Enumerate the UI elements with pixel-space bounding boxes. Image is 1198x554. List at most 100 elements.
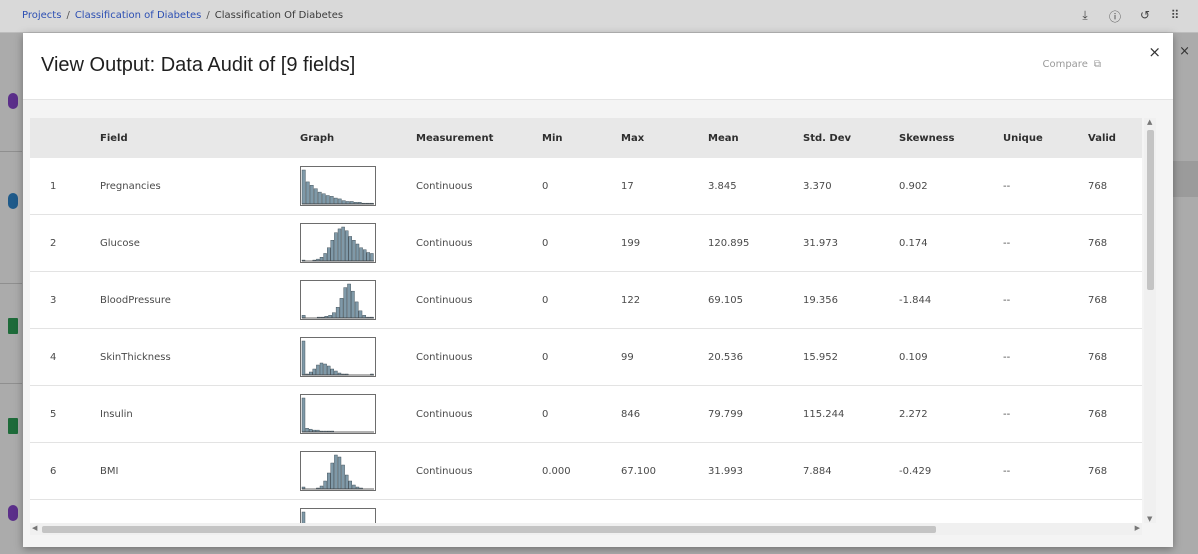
min-value: 0 xyxy=(542,271,621,329)
histogram-graph[interactable] xyxy=(300,508,376,523)
scroll-up-icon[interactable]: ▲ xyxy=(1147,118,1152,126)
background-sidebar xyxy=(0,33,22,554)
histogram-bar xyxy=(301,397,306,433)
histogram-bar xyxy=(352,484,356,490)
histogram-graph[interactable] xyxy=(300,451,376,491)
histogram-bar xyxy=(316,364,320,376)
table-row[interactable]: 6 BMI Continuous 0.000 67.100 31.993 7.8… xyxy=(30,442,1142,500)
column-header-field[interactable]: Field xyxy=(100,118,300,158)
histogram-bar xyxy=(301,315,306,319)
column-header-min[interactable]: Min xyxy=(542,118,621,158)
mean-value: 120.895 xyxy=(708,214,803,272)
histogram-bar xyxy=(328,315,332,319)
histogram-bar xyxy=(337,228,342,262)
measurement-value: Continuous xyxy=(416,328,542,386)
breadcrumb-projects[interactable]: Projects xyxy=(22,10,61,21)
histogram-bar xyxy=(330,368,334,376)
histogram-bar xyxy=(305,428,309,433)
skewness-value xyxy=(899,499,1003,523)
vertical-scrollbar[interactable]: ▲ ▼ xyxy=(1144,118,1156,523)
compare-label: Compare xyxy=(1042,59,1088,70)
histogram-graph[interactable] xyxy=(300,394,376,434)
vertical-scroll-thumb[interactable] xyxy=(1147,130,1154,290)
table-row[interactable]: 7 xyxy=(30,499,1142,523)
scroll-right-icon[interactable]: ▶ xyxy=(1135,524,1140,532)
table-row[interactable]: 4 SkinThickness Continuous 0 99 20.536 1… xyxy=(30,328,1142,386)
grid-icon[interactable]: ⠿ xyxy=(1160,8,1190,25)
histogram-bar xyxy=(312,368,317,376)
column-header-mean[interactable]: Mean xyxy=(708,118,803,158)
row-index: 5 xyxy=(30,385,100,443)
histogram-bar xyxy=(354,301,359,319)
histogram-bar xyxy=(339,298,344,319)
field-name: SkinThickness xyxy=(100,328,300,386)
compare-button[interactable]: Compare ⧉ xyxy=(1042,59,1101,70)
unique-value: -- xyxy=(1003,214,1088,272)
download-icon[interactable]: ⤓ xyxy=(1070,8,1100,25)
column-header-std-dev[interactable]: Std. Dev xyxy=(803,118,899,158)
column-header-measurement[interactable]: Measurement xyxy=(416,118,542,158)
history-icon[interactable]: ↺ xyxy=(1130,8,1160,25)
graph-cell xyxy=(300,442,416,500)
scroll-down-icon[interactable]: ▼ xyxy=(1147,515,1152,523)
histogram-bar xyxy=(327,365,331,376)
node-icon xyxy=(8,418,18,434)
histogram-graph[interactable] xyxy=(300,280,376,320)
column-header-graph[interactable]: Graph xyxy=(300,118,416,158)
column-header-unique[interactable]: Unique xyxy=(1003,118,1088,158)
valid-value: 768 xyxy=(1088,328,1142,386)
min-value: 0 xyxy=(542,328,621,386)
table-row[interactable]: 3 BloodPressure Continuous 0 122 69.105 … xyxy=(30,271,1142,329)
min-value xyxy=(542,499,621,523)
scroll-left-icon[interactable]: ◀ xyxy=(32,524,37,532)
std-dev-value: 15.952 xyxy=(803,328,899,386)
std-dev-value: 3.370 xyxy=(803,158,899,215)
table-row[interactable]: 2 Glucose Continuous 0 199 120.895 31.97… xyxy=(30,214,1142,272)
mean-value xyxy=(708,499,803,523)
skewness-value: -0.429 xyxy=(899,442,1003,500)
node-icon xyxy=(8,93,18,109)
table-row[interactable]: 1 Pregnancies Continuous 0 17 3.845 3.37… xyxy=(30,158,1142,215)
column-header-index[interactable] xyxy=(30,118,100,158)
horizontal-scroll-thumb[interactable] xyxy=(42,526,936,533)
histogram-bar xyxy=(308,371,313,376)
breadcrumb-separator: / xyxy=(206,10,210,21)
table-row[interactable]: 5 Insulin Continuous 0 846 79.799 115.24… xyxy=(30,385,1142,443)
divider xyxy=(0,383,22,384)
row-index: 3 xyxy=(30,271,100,329)
std-dev-value: 31.973 xyxy=(803,214,899,272)
column-header-max[interactable]: Max xyxy=(621,118,708,158)
field-name: BMI xyxy=(100,442,300,500)
std-dev-value: 115.244 xyxy=(803,385,899,443)
histogram-bar xyxy=(345,474,349,490)
histogram-bar xyxy=(362,315,367,319)
close-button[interactable]: × xyxy=(1148,43,1161,61)
background-close-icon[interactable]: × xyxy=(1179,44,1190,59)
field-name xyxy=(100,499,300,523)
breadcrumb-separator: / xyxy=(66,10,70,21)
histogram-bar xyxy=(347,283,351,319)
min-value: 0 xyxy=(542,214,621,272)
graph-cell xyxy=(300,214,416,272)
histogram-graph[interactable] xyxy=(300,223,376,263)
row-index: 7 xyxy=(30,499,100,523)
valid-value: 768 xyxy=(1088,214,1142,272)
column-header-valid[interactable]: Valid xyxy=(1088,118,1142,158)
histogram-graph[interactable] xyxy=(300,166,376,206)
column-header-skewness[interactable]: Skewness xyxy=(899,118,1003,158)
breadcrumb-project[interactable]: Classification of Diabetes xyxy=(75,10,202,21)
valid-value: 768 xyxy=(1088,442,1142,500)
info-icon[interactable]: ⓘ xyxy=(1100,8,1130,25)
mean-value: 3.845 xyxy=(708,158,803,215)
unique-value: -- xyxy=(1003,271,1088,329)
view-output-modal: View Output: Data Audit of [9 fields] Co… xyxy=(23,33,1173,547)
histogram-bar xyxy=(352,240,356,262)
max-value: 122 xyxy=(621,271,708,329)
modal-body: Field Graph Measurement Min Max Mean Std… xyxy=(23,100,1173,547)
histogram-bar xyxy=(313,188,318,205)
compare-icon: ⧉ xyxy=(1093,59,1101,70)
row-index: 4 xyxy=(30,328,100,386)
histogram-graph[interactable] xyxy=(300,337,376,377)
histogram-bar xyxy=(308,428,313,433)
horizontal-scrollbar[interactable]: ◀ ▶ xyxy=(30,523,1142,535)
